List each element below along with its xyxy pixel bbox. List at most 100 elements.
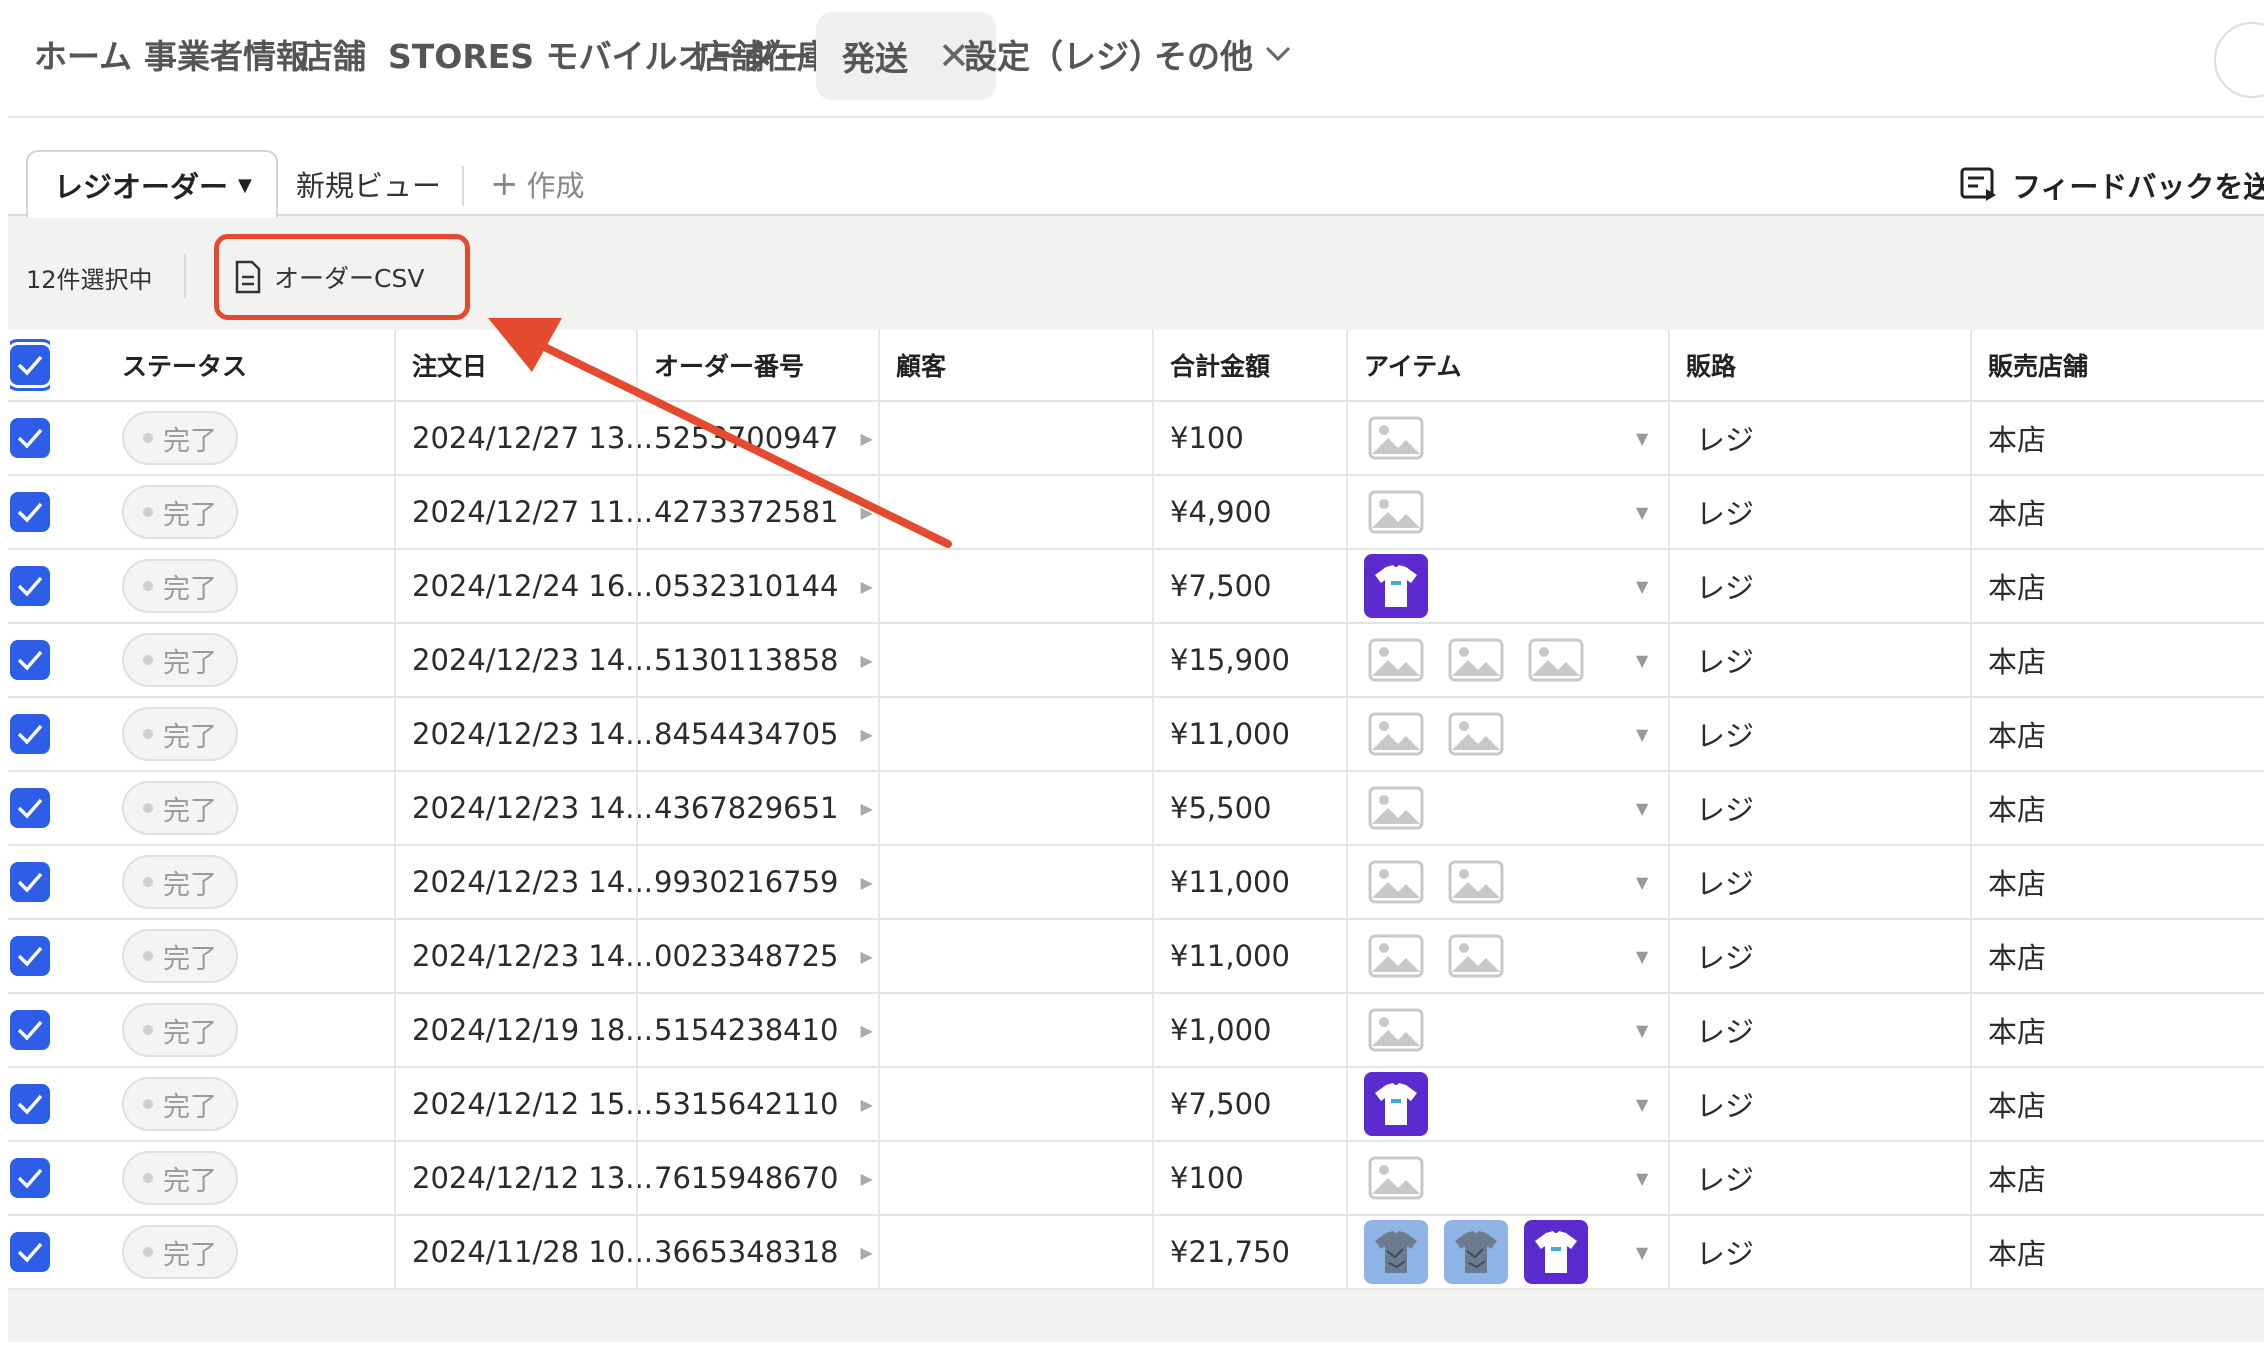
items-cell <box>1364 920 1524 992</box>
items-dropdown-icon[interactable]: ▼ <box>1636 476 1648 548</box>
row-checkbox[interactable] <box>10 566 50 606</box>
sales-channel: レジ <box>1696 1163 1755 1197</box>
row-checkbox[interactable] <box>10 1158 50 1198</box>
table-row[interactable]: 完了 2024/11/28 10... 3665348318 ▶ ¥21,750 ▼ レジ 本… <box>8 1216 2264 1290</box>
items-dropdown-icon[interactable]: ▼ <box>1636 698 1648 770</box>
row-checkbox[interactable] <box>10 1232 50 1272</box>
order-number-cell[interactable]: 8454434705 ▶ <box>654 698 873 770</box>
feedback-button[interactable]: フィードバックを送 <box>1960 160 2264 210</box>
order-number-cell[interactable]: 7615948670 ▶ <box>654 1142 873 1214</box>
order-number-cell[interactable]: 4273372581 ▶ <box>654 476 873 548</box>
select-all-checkbox[interactable] <box>10 339 50 391</box>
sales-channel: レジ <box>1696 1237 1755 1271</box>
image-placeholder-icon <box>1364 628 1428 692</box>
order-number[interactable]: 0023348725 <box>654 939 839 973</box>
items-dropdown-icon[interactable]: ▼ <box>1636 550 1648 622</box>
order-number-cell[interactable]: 0023348725 ▶ <box>654 920 873 992</box>
table-row[interactable]: 完了 2024/12/27 11... 4273372581 ▶ ¥4,900 ▼ レジ 本店 <box>8 476 2264 550</box>
column-header-total[interactable]: 合計金額 <box>1170 330 1270 400</box>
row-checkbox[interactable] <box>10 640 50 680</box>
table-row[interactable]: 完了 2024/12/24 16... 0532310144 ▶ ¥7,500 ▼ レジ 本店 <box>8 550 2264 624</box>
order-number-cell[interactable]: 5253700947 ▶ <box>654 402 873 474</box>
order-number-cell[interactable]: 0532310144 ▶ <box>654 550 873 622</box>
column-divider <box>636 624 638 696</box>
view-tab-new[interactable]: 新規ビュー <box>296 158 441 210</box>
order-number[interactable]: 0532310144 <box>654 569 839 603</box>
view-tab-register-orders[interactable]: レジオーダー ▼ <box>26 150 278 218</box>
order-number-cell[interactable]: 9930216759 ▶ <box>654 846 873 918</box>
table-row[interactable]: 完了 2024/12/19 18... 5154238410 ▶ ¥1,000 ▼ レジ 本店 <box>8 994 2264 1068</box>
items-dropdown-icon[interactable]: ▼ <box>1636 920 1648 992</box>
order-number-cell[interactable]: 4367829651 ▶ <box>654 772 873 844</box>
items-cell <box>1364 550 1444 622</box>
row-checkbox[interactable] <box>10 1010 50 1050</box>
items-dropdown-icon[interactable]: ▼ <box>1636 1068 1648 1140</box>
column-divider <box>1346 1068 1348 1140</box>
order-number[interactable]: 4367829651 <box>654 791 839 825</box>
order-number[interactable]: 5130113858 <box>654 643 839 677</box>
order-number[interactable]: 8454434705 <box>654 717 839 751</box>
row-checkbox[interactable] <box>10 714 50 754</box>
image-placeholder-icon <box>1364 998 1428 1062</box>
column-header-order-number[interactable]: オーダー番号 <box>654 330 804 400</box>
column-divider <box>1668 330 1670 400</box>
row-checkbox[interactable] <box>10 936 50 976</box>
row-checkbox[interactable] <box>10 1084 50 1124</box>
items-dropdown-icon[interactable]: ▼ <box>1636 1142 1648 1214</box>
items-dropdown-icon[interactable]: ▼ <box>1636 846 1648 918</box>
row-checkbox-cell <box>10 920 50 992</box>
order-date: 2024/12/23 14... <box>412 939 653 973</box>
column-header-order-date[interactable]: 注文日 <box>412 330 487 400</box>
column-header-store[interactable]: 販売店舗 <box>1988 330 2088 400</box>
sales-channel: レジ <box>1696 497 1755 531</box>
column-divider <box>1346 920 1348 992</box>
column-divider <box>636 476 638 548</box>
order-number[interactable]: 9930216759 <box>654 865 839 899</box>
table-row[interactable]: 完了 2024/12/23 14... 5130113858 ▶ ¥15,900 ▼ レジ 本… <box>8 624 2264 698</box>
column-header-channel[interactable]: 販路 <box>1686 330 1736 400</box>
order-number-cell[interactable]: 3665348318 ▶ <box>654 1216 873 1288</box>
order-number[interactable]: 5154238410 <box>654 1013 839 1047</box>
column-divider <box>1152 772 1154 844</box>
table-row[interactable]: 完了 2024/12/12 15... 5315642110 ▶ ¥7,500 ▼ レジ 本店 <box>8 1068 2264 1142</box>
table-row[interactable]: 完了 2024/12/23 14... 0023348725 ▶ ¥11,000 ▼ レジ 本… <box>8 920 2264 994</box>
order-number[interactable]: 3665348318 <box>654 1235 839 1269</box>
account-button[interactable] <box>2214 22 2264 98</box>
table-row[interactable]: 完了 2024/12/23 14... 4367829651 ▶ ¥5,500 ▼ レジ 本店 <box>8 772 2264 846</box>
order-number[interactable]: 7615948670 <box>654 1161 839 1195</box>
order-number[interactable]: 4273372581 <box>654 495 839 529</box>
nav-store-inventory[interactable]: 店舗在庫 <box>698 10 830 98</box>
table-row[interactable]: 完了 2024/12/23 14... 8454434705 ▶ ¥11,000 ▼ レジ 本… <box>8 698 2264 772</box>
column-divider <box>1152 550 1154 622</box>
order-number[interactable]: 5253700947 <box>654 421 839 455</box>
nav-stores[interactable]: 店舗 <box>300 10 366 98</box>
nav-more[interactable]: その他 <box>1154 10 1291 98</box>
row-checkbox-cell <box>10 772 50 844</box>
order-number-cell[interactable]: 5315642110 ▶ <box>654 1068 873 1140</box>
items-dropdown-icon[interactable]: ▼ <box>1636 994 1648 1066</box>
items-dropdown-icon[interactable]: ▼ <box>1636 624 1648 696</box>
row-checkbox[interactable] <box>10 862 50 902</box>
order-number[interactable]: 5315642110 <box>654 1087 839 1121</box>
create-view-button[interactable]: + 作成 <box>490 158 585 210</box>
items-dropdown-icon[interactable]: ▼ <box>1636 1216 1648 1288</box>
column-header-customer[interactable]: 顧客 <box>896 330 946 400</box>
column-divider <box>394 994 396 1066</box>
column-header-items[interactable]: アイテム <box>1364 330 1462 400</box>
row-checkbox[interactable] <box>10 788 50 828</box>
order-number-cell[interactable]: 5130113858 ▶ <box>654 624 873 696</box>
column-divider <box>1970 1068 1972 1140</box>
column-header-status[interactable]: ステータス <box>122 330 247 400</box>
row-checkbox[interactable] <box>10 492 50 532</box>
items-dropdown-icon[interactable]: ▼ <box>1636 772 1648 844</box>
nav-business-info[interactable]: 事業者情報 <box>144 10 309 98</box>
table-row[interactable]: 完了 2024/12/27 13... 5253700947 ▶ ¥100 ▼ レジ 本店 <box>8 402 2264 476</box>
table-row[interactable]: 完了 2024/12/12 13... 7615948670 ▶ ¥100 ▼ レジ 本店 <box>8 1142 2264 1216</box>
table-row[interactable]: 完了 2024/12/23 14... 9930216759 ▶ ¥11,000 ▼ レジ 本… <box>8 846 2264 920</box>
nav-home[interactable]: ホーム <box>34 10 132 98</box>
row-checkbox-cell <box>10 624 50 696</box>
row-checkbox[interactable] <box>10 418 50 458</box>
items-dropdown-icon[interactable]: ▼ <box>1636 402 1648 474</box>
order-number-cell[interactable]: 5154238410 ▶ <box>654 994 873 1066</box>
nav-settings-register[interactable]: 設定（レジ） <box>964 10 1162 98</box>
